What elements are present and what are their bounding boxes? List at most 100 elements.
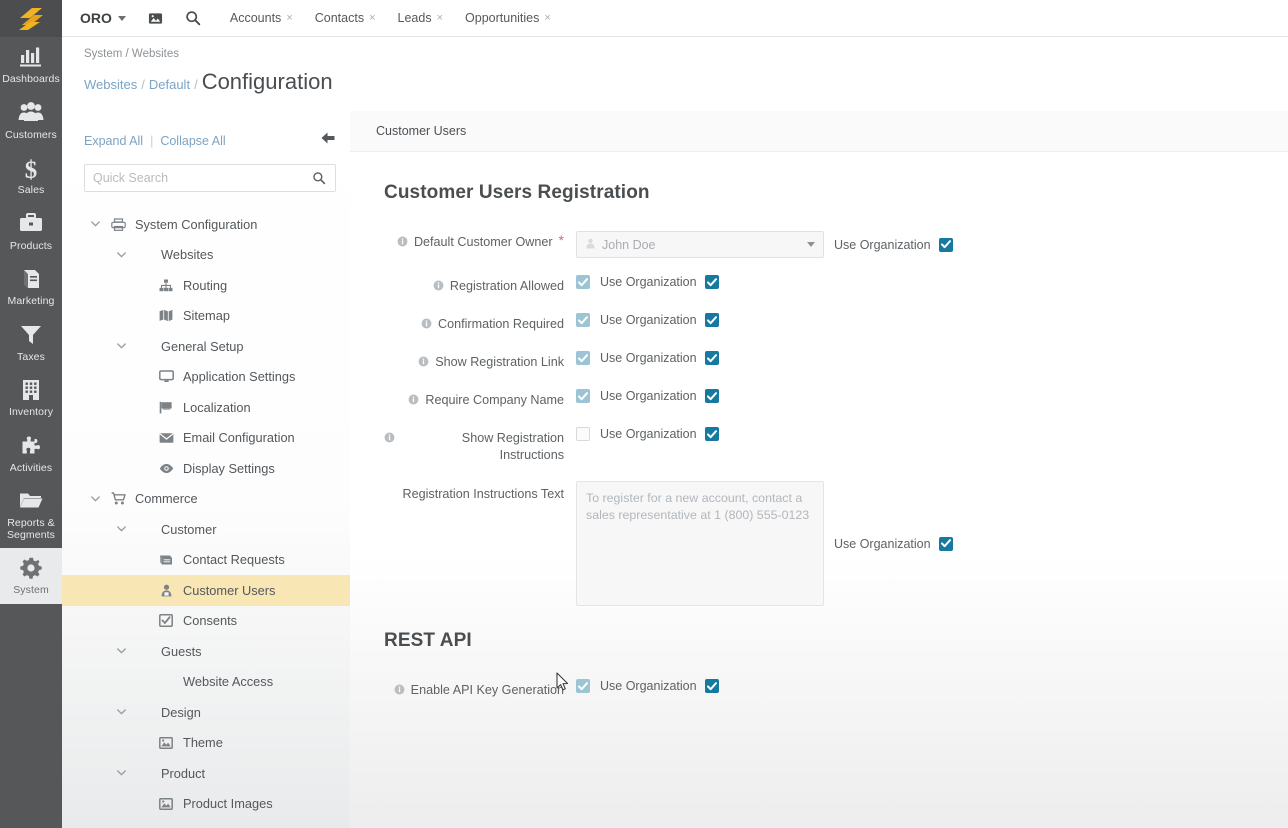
tree-item-application-settings[interactable]: Application Settings	[62, 362, 350, 393]
top-tab-opportunities[interactable]: Opportunities ×	[454, 11, 562, 25]
search-input[interactable]	[85, 171, 312, 185]
arrow-left-icon[interactable]	[320, 131, 336, 150]
breadcrumb-link-default[interactable]: Default	[149, 77, 190, 92]
chevron-down-icon[interactable]	[84, 496, 106, 502]
breadcrumb-link-websites[interactable]: Websites	[84, 77, 137, 92]
use-organization-checkbox[interactable]	[704, 427, 719, 441]
checkbox-enable-api-key-generation[interactable]	[576, 679, 590, 693]
rail-item-marketing[interactable]: Marketing	[0, 259, 62, 315]
rail-item-reports-segments[interactable]: Reports & Segments	[0, 481, 62, 548]
field-label-text: Require Company Name	[425, 393, 564, 407]
textarea-registration-instructions-text[interactable]	[576, 481, 824, 606]
chevron-down-icon[interactable]	[84, 221, 106, 227]
checkbox-show-registration-link[interactable]	[576, 351, 590, 365]
chevron-down-icon	[807, 242, 815, 247]
top-tab-accounts[interactable]: Accounts ×	[219, 11, 304, 25]
tree-item-localization[interactable]: Localization	[62, 392, 350, 423]
close-icon[interactable]: ×	[286, 12, 292, 24]
tree-item-product[interactable]: Product	[62, 758, 350, 789]
info-icon[interactable]	[418, 355, 429, 372]
rail-item-taxes[interactable]: Taxes	[0, 315, 62, 371]
close-icon[interactable]: ×	[369, 12, 375, 24]
tree-item-label: Display Settings	[183, 460, 275, 476]
use-organization-checkbox[interactable]	[704, 313, 719, 327]
info-icon[interactable]	[433, 279, 444, 296]
tree-item-product-images[interactable]: Product Images	[62, 789, 350, 820]
tree-item-sitemap[interactable]: Sitemap	[62, 301, 350, 332]
use-organization-checkbox[interactable]	[704, 389, 719, 403]
tab-customer-users[interactable]: Customer Users	[376, 124, 466, 138]
tree-item-contact-requests[interactable]: Contact Requests	[62, 545, 350, 576]
folder-icon	[2, 490, 60, 514]
info-icon[interactable]	[421, 317, 432, 334]
rail-item-system[interactable]: System	[0, 548, 62, 604]
rail-item-inventory[interactable]: Inventory	[0, 370, 62, 426]
chevron-down-icon[interactable]	[110, 709, 132, 715]
tree-item-design[interactable]: Design	[62, 697, 350, 728]
use-organization-group-show-registration-link: Use Organization	[600, 351, 719, 365]
close-icon[interactable]: ×	[437, 12, 443, 24]
search-icon[interactable]	[312, 171, 335, 185]
rail-item-products[interactable]: Products	[0, 204, 62, 260]
info-icon[interactable]	[384, 431, 395, 448]
select-default-customer-owner[interactable]: John Doe	[576, 231, 824, 258]
rail-item-label: Activities	[9, 461, 53, 474]
tree-item-guests[interactable]: Guests	[62, 636, 350, 667]
tree-item-routing[interactable]: Routing	[62, 270, 350, 301]
envelope-icon	[154, 432, 178, 444]
chevron-down-icon[interactable]	[110, 648, 132, 654]
use-organization-checkbox[interactable]	[938, 237, 953, 252]
tree-item-websites[interactable]: Websites	[62, 240, 350, 271]
rail-item-dashboards[interactable]: Dashboards	[0, 37, 62, 93]
organization-switcher[interactable]: ORO	[80, 10, 126, 26]
close-icon[interactable]: ×	[544, 12, 550, 24]
tree-item-website-access[interactable]: Website Access	[62, 667, 350, 698]
tree-item-customer-users[interactable]: Customer Users	[62, 575, 350, 606]
checkbox-confirmation-required[interactable]	[576, 313, 590, 327]
tree-scroll-area[interactable]: System Configuration Websites Routing Sitem…	[62, 197, 350, 828]
checkbox-show-registration-instructions[interactable]	[576, 427, 590, 441]
app-logo[interactable]	[0, 0, 62, 37]
tree-item-email-configuration[interactable]: Email Configuration	[62, 423, 350, 454]
use-organization-label: Use Organization	[600, 313, 697, 327]
form-row-confirmation-required: Confirmation Required Use Organization	[384, 312, 1288, 334]
tree-item-consents[interactable]: Consents	[62, 606, 350, 637]
tree-item-commerce[interactable]: Commerce	[62, 484, 350, 515]
use-organization-checkbox[interactable]	[704, 679, 719, 693]
chevron-down-icon	[117, 15, 126, 21]
info-icon[interactable]	[394, 683, 405, 700]
chevron-down-icon[interactable]	[110, 770, 132, 776]
pin-board-icon[interactable]	[148, 11, 163, 26]
expand-all-link[interactable]: Expand All	[84, 134, 143, 148]
use-organization-checkbox[interactable]	[704, 275, 719, 289]
sitemap-icon	[154, 279, 178, 292]
collapse-all-link[interactable]: Collapse All	[160, 134, 225, 148]
field-label-text: Registration Allowed	[449, 279, 564, 293]
tree-item-general-setup[interactable]: General Setup	[62, 331, 350, 362]
use-organization-checkbox[interactable]	[704, 351, 719, 365]
chevron-down-icon[interactable]	[110, 252, 132, 258]
chevron-down-icon[interactable]	[110, 526, 132, 532]
top-tab-leads[interactable]: Leads ×	[387, 11, 455, 25]
tree-item-theme[interactable]: Theme	[62, 728, 350, 759]
use-organization-checkbox[interactable]	[938, 536, 953, 551]
info-icon[interactable]	[397, 235, 408, 252]
chevron-down-icon[interactable]	[110, 343, 132, 349]
rail-item-sales[interactable]: $ Sales	[0, 148, 62, 204]
tree-item-label: Product	[161, 765, 206, 781]
tree-item-customer[interactable]: Customer	[62, 514, 350, 545]
checkbox-require-company-name[interactable]	[576, 389, 590, 403]
checkbox-registration-allowed[interactable]	[576, 275, 590, 289]
tree-item-display-settings[interactable]: Display Settings	[62, 453, 350, 484]
tree-item-system-configuration[interactable]: System Configuration	[62, 209, 350, 240]
info-icon[interactable]	[408, 393, 419, 410]
search-icon[interactable]	[185, 10, 201, 26]
user-lock-icon	[154, 584, 178, 597]
image-icon	[154, 736, 178, 749]
rail-item-customers[interactable]: Customers	[0, 93, 62, 149]
quick-search-box	[84, 164, 336, 192]
rail-item-activities[interactable]: Activities	[0, 426, 62, 482]
top-tab-contacts[interactable]: Contacts ×	[304, 11, 387, 25]
tree-item-featured-products[interactable]: Featured Products	[62, 819, 350, 828]
configuration-tree: System Configuration Websites Routing Sitem…	[62, 197, 350, 828]
